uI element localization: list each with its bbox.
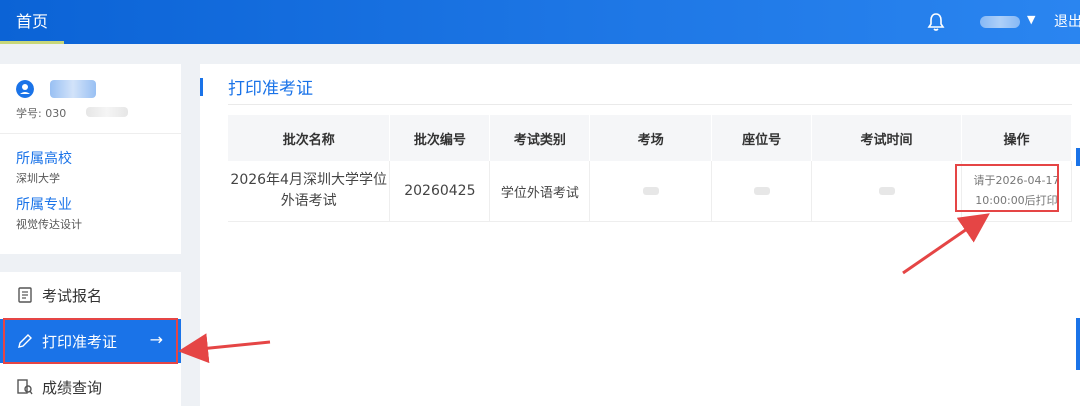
side-scroll-marker xyxy=(1076,148,1080,166)
avatar-icon xyxy=(16,80,34,98)
home-tab[interactable]: 首页 xyxy=(0,0,64,44)
redacted-value xyxy=(753,186,770,195)
search-doc-icon xyxy=(17,379,33,395)
exam-room-cell xyxy=(589,161,713,222)
school-value: 深圳大学 xyxy=(16,172,60,185)
menu-item-label: 成绩查询 xyxy=(42,378,103,397)
title-divider xyxy=(228,104,1072,105)
chevron-down-icon[interactable]: ▼ xyxy=(1027,13,1035,26)
admission-ticket-table: 批次名称 批次编号 考试类别 考场 座位号 考试时间 操作 2026年4月深圳大… xyxy=(228,115,1073,222)
column-header: 座位号 xyxy=(711,115,813,161)
column-header: 批次编号 xyxy=(389,115,491,161)
title-accent-bar xyxy=(200,78,203,96)
table-row: 2026年4月深圳大学学位外语考试 20260425 学位外语考试 请于2026… xyxy=(228,161,1073,222)
column-header: 考试类别 xyxy=(489,115,591,161)
logout-link[interactable]: 退出 xyxy=(1054,0,1080,44)
seat-cell xyxy=(711,161,813,222)
page-title: 打印准考证 xyxy=(228,79,313,99)
bell-icon[interactable] xyxy=(927,12,945,32)
profile-divider xyxy=(0,133,181,134)
highlight-box-operation xyxy=(955,164,1059,212)
student-name-redacted xyxy=(50,80,96,98)
column-header: 考试时间 xyxy=(811,115,962,161)
menu-item-label: 考试报名 xyxy=(42,286,103,305)
exam-time-cell xyxy=(811,161,962,222)
batch-no-cell: 20260425 xyxy=(389,161,491,222)
column-header: 考场 xyxy=(589,115,713,161)
side-scroll-marker xyxy=(1076,318,1080,370)
major-label: 所属专业 xyxy=(16,197,72,213)
category-cell: 学位外语考试 xyxy=(489,161,591,222)
table-header-row: 批次名称 批次编号 考试类别 考场 座位号 考试时间 操作 xyxy=(228,115,1073,161)
menu-item-score-query[interactable]: 成绩查询 xyxy=(0,365,181,409)
redacted-value xyxy=(642,186,659,195)
column-header: 批次名称 xyxy=(228,115,391,161)
top-navbar: 首页 ▼ 退出 xyxy=(0,0,1080,44)
student-id-redacted xyxy=(86,107,128,117)
highlight-box-menu xyxy=(3,318,178,364)
student-id-label: 学号: 030 xyxy=(16,107,67,120)
school-label: 所属高校 xyxy=(16,151,72,167)
username-redacted[interactable] xyxy=(980,16,1020,28)
major-value: 视觉传达设计 xyxy=(16,218,82,231)
column-header: 操作 xyxy=(961,115,1073,161)
document-icon xyxy=(18,287,32,303)
batch-name-cell: 2026年4月深圳大学学位外语考试 xyxy=(228,161,391,222)
menu-item-exam-registration[interactable]: 考试报名 xyxy=(0,273,181,317)
redacted-value xyxy=(878,186,895,195)
